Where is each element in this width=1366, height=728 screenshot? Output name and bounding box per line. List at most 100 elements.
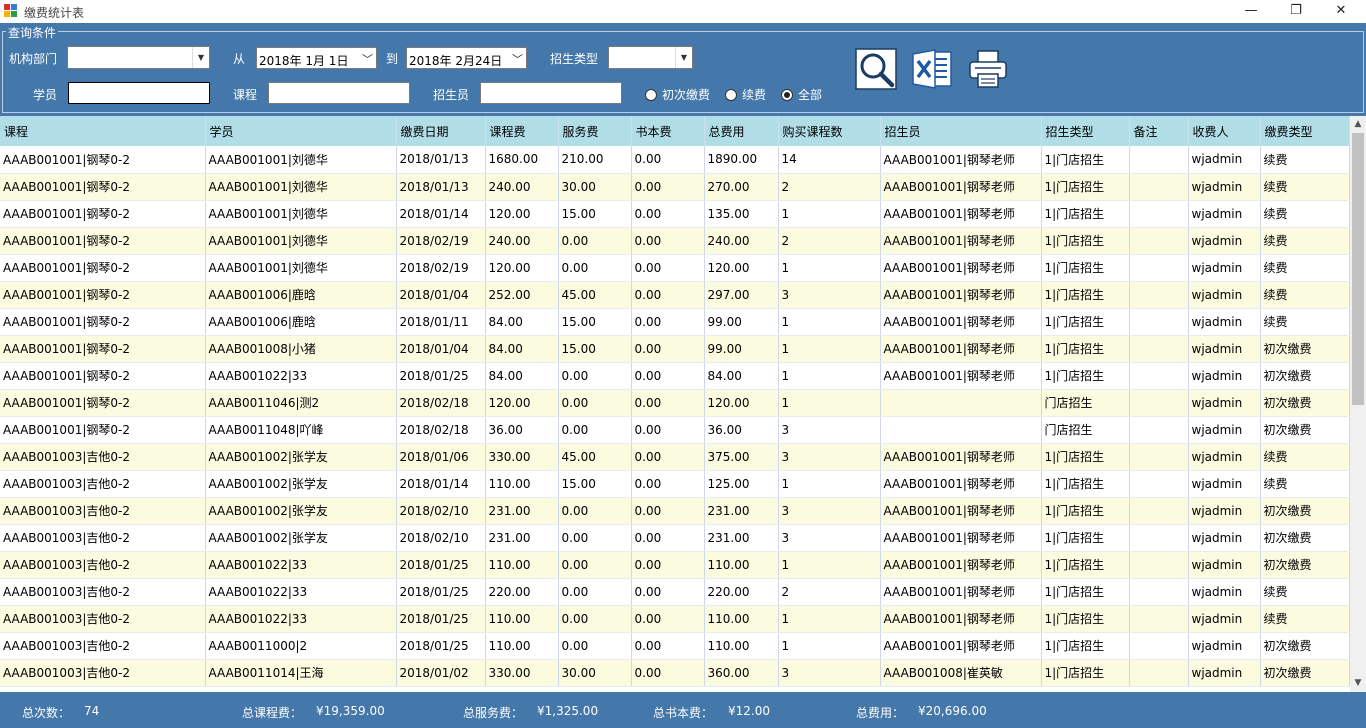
- table-row[interactable]: AAAB001001|钢琴0-2 AAAB001008|小猪 2018/01/04 8…: [0, 335, 1350, 363]
- table-row[interactable]: AAAB001001|钢琴0-2 AAAB0011046|测2 2018/02/18…: [0, 389, 1350, 417]
- table-cell: 120.00: [485, 389, 559, 417]
- table-cell: [1129, 281, 1189, 309]
- table-cell: 0.00: [631, 632, 705, 660]
- table-cell: [880, 389, 1042, 417]
- table-cell: 0.00: [558, 416, 632, 444]
- close-button[interactable]: ✕: [1318, 0, 1364, 23]
- column-header[interactable]: 招生员: [880, 116, 1042, 146]
- table-cell: 2018/02/19: [396, 227, 486, 255]
- table-row[interactable]: AAAB001003|吉他0-2 AAAB001022|33 2018/01/25 1…: [0, 551, 1350, 579]
- table-row[interactable]: AAAB001001|钢琴0-2 AAAB001006|鹿晗 2018/01/04 2…: [0, 281, 1350, 309]
- table-cell: 1|门店招生: [1041, 281, 1130, 309]
- table-cell: 1680.00: [485, 146, 559, 174]
- table-cell: 续费: [1260, 308, 1350, 336]
- table-cell: [1129, 308, 1189, 336]
- table-cell: 初次缴费: [1260, 524, 1350, 552]
- scroll-up-icon[interactable]: ▲: [1350, 116, 1366, 133]
- table-row[interactable]: AAAB001001|钢琴0-2 AAAB0011048|吖峰 2018/02/18…: [0, 416, 1350, 444]
- table-cell: 15.00: [558, 335, 632, 363]
- table-row[interactable]: AAAB001001|钢琴0-2 AAAB001022|33 2018/01/25 8…: [0, 362, 1350, 390]
- table-cell: AAAB001001|钢琴0-2: [0, 200, 206, 228]
- scroll-thumb[interactable]: [1352, 133, 1364, 405]
- radio-dot-checked: [781, 89, 793, 101]
- column-header[interactable]: 收费人: [1188, 116, 1261, 146]
- column-header[interactable]: 购买课程数: [778, 116, 881, 146]
- table-cell: 2018/02/10: [396, 497, 486, 525]
- column-header[interactable]: 备注: [1129, 116, 1189, 146]
- table-row[interactable]: AAAB001003|吉他0-2 AAAB0011000|2 2018/01/25 1…: [0, 632, 1350, 660]
- table-row[interactable]: AAAB001003|吉他0-2 AAAB001002|张学友 2018/02/10…: [0, 524, 1350, 552]
- table-cell: 1|门店招生: [1041, 659, 1130, 687]
- column-header[interactable]: 招生类型: [1041, 116, 1130, 146]
- table-cell: AAAB001022|33: [205, 578, 397, 606]
- table-cell: AAAB001006|鹿晗: [205, 308, 397, 336]
- org-dropdown[interactable]: ▼: [67, 46, 210, 69]
- column-header[interactable]: 课程: [0, 116, 206, 146]
- table-row[interactable]: AAAB001001|钢琴0-2 AAAB001001|刘德华 2018/01/13…: [0, 146, 1350, 174]
- column-header[interactable]: 缴费日期: [396, 116, 486, 146]
- course-input[interactable]: [268, 82, 410, 104]
- table-cell: 0.00: [631, 578, 705, 606]
- student-label: 学员: [33, 88, 58, 102]
- table-cell: wjadmin: [1188, 551, 1261, 579]
- table-cell: 231.00: [485, 524, 559, 552]
- table-row[interactable]: AAAB001003|吉他0-2 AAAB0011014|王海 2018/01/02…: [0, 659, 1350, 687]
- excel-icon[interactable]: [911, 48, 953, 90]
- enroll-type-dropdown[interactable]: ▼: [608, 46, 693, 69]
- table-cell: 2018/01/14: [396, 200, 486, 228]
- table-cell: AAAB001001|钢琴老师: [880, 524, 1042, 552]
- table-cell: 2018/02/19: [396, 254, 486, 282]
- table-cell: wjadmin: [1188, 605, 1261, 633]
- search-icon[interactable]: [855, 48, 897, 90]
- table-cell: 110.00: [485, 470, 559, 498]
- table-cell: AAAB0011000|2: [205, 632, 397, 660]
- payment-grid[interactable]: 课程 学员 缴费日期 课程费 服务费 书本费 总费用 购买课程数 招生员 招生类型 备注 收费人 缴费类…: [0, 116, 1350, 692]
- radio-all[interactable]: 全部: [781, 86, 822, 103]
- table-cell: 1890.00: [704, 146, 779, 174]
- table-cell: AAAB0011046|测2: [205, 389, 397, 417]
- table-row[interactable]: AAAB001003|吉他0-2 AAAB001022|33 2018/01/25 2…: [0, 578, 1350, 606]
- table-row[interactable]: AAAB001003|吉他0-2 AAAB001002|张学友 2018/01/06…: [0, 443, 1350, 471]
- table-row[interactable]: AAAB001001|钢琴0-2 AAAB001001|刘德华 2018/02/19…: [0, 227, 1350, 255]
- table-row[interactable]: AAAB001001|钢琴0-2 AAAB001001|刘德华 2018/01/14…: [0, 200, 1350, 228]
- table-cell: AAAB001002|张学友: [205, 443, 397, 471]
- table-row[interactable]: AAAB001003|吉他0-2 AAAB001002|张学友 2018/01/14…: [0, 470, 1350, 498]
- restore-button[interactable]: ❐: [1273, 0, 1319, 23]
- table-row[interactable]: AAAB001001|钢琴0-2 AAAB001006|鹿晗 2018/01/11 8…: [0, 308, 1350, 336]
- table-cell: 99.00: [704, 308, 779, 336]
- table-cell: 0.00: [631, 443, 705, 471]
- scroll-down-icon[interactable]: ▼: [1350, 675, 1366, 692]
- recruiter-input[interactable]: [480, 82, 622, 104]
- table-cell: AAAB001001|钢琴0-2: [0, 173, 206, 201]
- column-header[interactable]: 总费用: [704, 116, 779, 146]
- table-cell: 120.00: [704, 389, 779, 417]
- minimize-button[interactable]: —: [1228, 0, 1274, 23]
- table-cell: 续费: [1260, 227, 1350, 255]
- from-date-value: 2018年 1月 1日: [259, 54, 349, 68]
- table-cell: wjadmin: [1188, 146, 1261, 174]
- table-row[interactable]: AAAB001001|钢琴0-2 AAAB001001|刘德华 2018/01/13…: [0, 173, 1350, 201]
- vertical-scrollbar[interactable]: ▲ ▼: [1350, 116, 1366, 692]
- from-date-picker[interactable]: 2018年 1月 1日 ﹀: [256, 47, 377, 69]
- radio-first-payment[interactable]: 初次缴费: [645, 86, 710, 103]
- table-row[interactable]: AAAB001003|吉他0-2 AAAB001022|33 2018/01/25 1…: [0, 605, 1350, 633]
- table-cell: 续费: [1260, 605, 1350, 633]
- student-input[interactable]: [68, 82, 210, 104]
- column-header[interactable]: 课程费: [485, 116, 559, 146]
- column-header[interactable]: 缴费类型: [1260, 116, 1350, 146]
- total-service-fee-value: ¥1,325.00: [537, 704, 599, 718]
- table-cell: [1129, 443, 1189, 471]
- column-header[interactable]: 服务费: [558, 116, 632, 146]
- table-row[interactable]: AAAB001003|吉他0-2 AAAB001002|张学友 2018/02/10…: [0, 497, 1350, 525]
- table-row[interactable]: AAAB001001|钢琴0-2 AAAB001001|刘德华 2018/02/19…: [0, 254, 1350, 282]
- to-date-picker[interactable]: 2018年 2月24日 ﹀: [406, 47, 527, 69]
- table-cell: 1|门店招生: [1041, 551, 1130, 579]
- table-cell: AAAB001003|吉他0-2: [0, 443, 206, 471]
- table-cell: 2018/02/18: [396, 389, 486, 417]
- radio-renewal[interactable]: 续费: [725, 86, 766, 103]
- table-cell: 2018/01/25: [396, 551, 486, 579]
- column-header[interactable]: 学员: [205, 116, 397, 146]
- table-cell: AAAB0011048|吖峰: [205, 416, 397, 444]
- column-header[interactable]: 书本费: [631, 116, 705, 146]
- printer-icon[interactable]: [967, 48, 1009, 90]
